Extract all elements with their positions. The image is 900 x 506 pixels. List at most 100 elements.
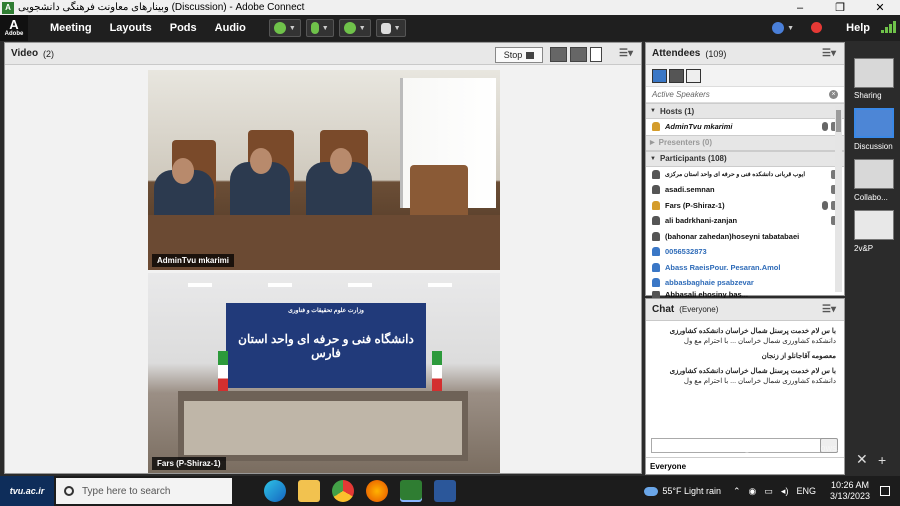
flag [218, 351, 228, 393]
collapse-icon: ▼ [650, 108, 656, 114]
record-icon[interactable] [811, 22, 822, 33]
attendee-row[interactable]: (bahonar zahedan)hoseyni tabatabaei [646, 229, 844, 245]
chevron-up-icon[interactable]: ⌃ [733, 486, 741, 497]
chevron-down-icon[interactable]: ▼ [787, 25, 794, 32]
microphone-toggle[interactable]: ▼ [305, 19, 334, 37]
add-layout-icon[interactable]: + [878, 452, 886, 468]
network-icon[interactable]: ▭ [764, 486, 773, 497]
menu-meeting[interactable]: Meeting [50, 22, 92, 34]
participant-icon [652, 169, 660, 179]
participant-icon [652, 262, 660, 272]
raise-hand-toggle[interactable]: ▼ [375, 19, 406, 37]
chat-title: Chat [652, 304, 675, 315]
stop-video-button[interactable]: Stop [495, 47, 543, 63]
group-participants[interactable]: ▼ Participants (108) [646, 150, 844, 167]
scrollbar-thumb[interactable] [836, 110, 841, 132]
chevron-down-icon[interactable]: ▼ [359, 25, 366, 32]
host-icon [652, 122, 660, 132]
list-view-icon[interactable] [652, 68, 667, 83]
window-title: وبینارهای معاونت فرهنگی دانشجویی (Discus… [18, 2, 305, 13]
video-feed[interactable]: وزارت علوم تحقیقات و فناوری دانشگاه فنی … [148, 273, 500, 473]
participant-icon [652, 185, 660, 195]
ceiling-light [428, 283, 452, 287]
close-button[interactable]: ✕ [860, 0, 900, 15]
attendee-row[interactable]: Fars (P-Shiraz-1) [646, 198, 844, 214]
attendees-scrollbar[interactable] [835, 106, 842, 292]
volume-icon[interactable]: ◂) [781, 486, 789, 497]
participant-head [250, 148, 272, 174]
participant-icon [652, 247, 660, 257]
collapse-icon: ▼ [650, 155, 656, 162]
pod-menu-icon[interactable]: ☰▾ [822, 304, 836, 315]
active-speakers-bar: Active Speakers × [646, 87, 844, 103]
group-presenters[interactable]: ▶ Presenters (0) [646, 134, 844, 151]
attendee-row[interactable]: 0056532873 [646, 244, 844, 260]
edge-icon[interactable] [264, 480, 286, 502]
attendees-count: (109) [705, 48, 727, 59]
adobe-logo: A Adobe [0, 15, 28, 41]
status-dropdown[interactable]: ▼ [768, 19, 798, 37]
chat-pod-header: Chat (Everyone) ☰▾ [646, 299, 844, 321]
activation-watermark-subtitle: Go to Settings to activate Windows. [697, 443, 840, 453]
video-feed[interactable]: AdminTvu mkarimi [148, 70, 500, 270]
file-explorer-icon[interactable] [298, 480, 320, 502]
connection-signal-icon [881, 21, 896, 33]
status-view-icon[interactable] [686, 68, 701, 83]
filmstrip-layout-icon[interactable] [570, 47, 587, 62]
speaker-toggle[interactable]: ▼ [268, 19, 301, 37]
ceiling-light [348, 283, 372, 287]
taskbar-search[interactable]: Type here to search [56, 478, 232, 504]
menu-audio[interactable]: Audio [215, 22, 246, 34]
word-icon[interactable] [434, 480, 456, 502]
attendee-row[interactable]: abbasbaghaie psabzevar [646, 275, 844, 291]
firefox-icon[interactable] [366, 480, 388, 502]
layout-label: Sharing [854, 91, 882, 100]
chevron-down-icon[interactable]: ▼ [289, 25, 296, 32]
camera-toggle[interactable]: ▼ [338, 19, 371, 37]
layout-thumb-sharing[interactable] [854, 58, 894, 88]
layout-thumb-collaboration[interactable] [854, 159, 894, 189]
pod-menu-icon[interactable]: ☰▾ [822, 48, 836, 59]
speaker-icon [273, 22, 286, 34]
attendee-row[interactable]: AdminTvu mkarimi [646, 119, 844, 135]
close-icon[interactable]: × [829, 90, 838, 99]
expand-icon[interactable] [669, 68, 684, 83]
language-indicator[interactable]: ENG [796, 486, 816, 496]
video-layout-controls [550, 47, 602, 62]
microphone-icon[interactable]: ◉ [749, 486, 757, 497]
flag [432, 351, 442, 393]
attendee-row[interactable]: asadi.semnan [646, 182, 844, 198]
clock[interactable]: 10:26 AM 3/13/2023 [830, 480, 870, 502]
layout-thumb-2vp[interactable] [854, 210, 894, 240]
minimize-button[interactable]: – [780, 0, 820, 15]
adobe-connect-icon[interactable] [400, 480, 422, 502]
attendees-pod-header: Attendees (109) ☰▾ [646, 43, 844, 65]
chrome-icon[interactable] [332, 480, 354, 502]
attendee-row[interactable]: Abass RaeisPour. Pesaran.Amol [646, 260, 844, 276]
video-pod-header: Video (2) Stop ☰▾ [5, 43, 641, 65]
grid-layout-icon[interactable] [550, 47, 567, 62]
close-icon[interactable]: ✕ [856, 451, 868, 468]
system-tray: 55°F Light rain ⌃ ◉ ▭ ◂) ENG 10:26 AM 3/… [644, 476, 900, 506]
microphone-icon [822, 122, 828, 132]
activation-watermark-title: Activate Windows [700, 427, 795, 441]
attendee-row[interactable]: ایوب قربانی دانشکده فنی و حرفه ای واحد ا… [646, 167, 844, 183]
notifications-icon[interactable] [880, 486, 890, 496]
restore-button[interactable]: ❐ [820, 0, 860, 15]
menu-layouts[interactable]: Layouts [110, 22, 152, 34]
participant-head [330, 148, 352, 174]
help-menu[interactable]: Help [846, 22, 870, 34]
layout-thumb-discussion[interactable] [854, 108, 894, 138]
participant-icon [652, 231, 660, 241]
fullscreen-icon[interactable] [590, 47, 602, 62]
video-feed-name: Fars (P-Shiraz-1) [152, 457, 226, 470]
expand-arrow-icon: ▶ [650, 140, 655, 146]
group-hosts[interactable]: ▼ Hosts (1) [646, 103, 844, 119]
weather-widget[interactable]: 55°F Light rain [644, 486, 721, 496]
menu-pods[interactable]: Pods [170, 22, 197, 34]
attendee-row[interactable]: ali badrkhani-zanjan [646, 213, 844, 229]
pod-menu-icon[interactable]: ☰▾ [619, 48, 633, 59]
chat-recipient[interactable]: Everyone [646, 457, 844, 474]
chevron-down-icon[interactable]: ▼ [394, 25, 401, 32]
chevron-down-icon[interactable]: ▼ [322, 25, 329, 32]
